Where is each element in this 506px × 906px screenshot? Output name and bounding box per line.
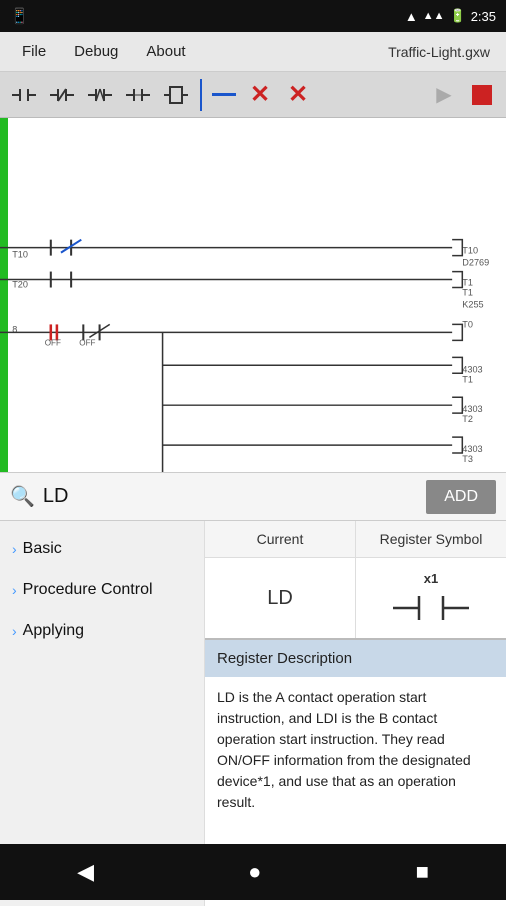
- svg-text:T1: T1: [462, 374, 473, 384]
- back-button[interactable]: ◀: [77, 859, 94, 885]
- right-panel-header: Current Register Symbol: [205, 521, 506, 558]
- svg-text:T1: T1: [462, 288, 473, 298]
- coil-button[interactable]: [120, 77, 156, 113]
- about-menu[interactable]: About: [132, 43, 199, 60]
- contact-no-icon: [10, 81, 38, 109]
- sidebar-applying-label: Applying: [23, 621, 84, 642]
- search-input[interactable]: [43, 485, 418, 508]
- svg-text:T1: T1: [462, 278, 473, 288]
- sidebar-item-procedure-control[interactable]: › Procedure Control: [0, 570, 204, 611]
- symbol-area: x1: [391, 571, 471, 626]
- window-title: Traffic-Light.gxw: [388, 44, 498, 60]
- svg-text:T2: T2: [462, 414, 473, 424]
- symbol-x1-label: x1: [424, 571, 438, 586]
- svg-text:K255: K255: [462, 300, 483, 310]
- play-icon: ▶: [436, 82, 451, 107]
- status-bar-left: 📱: [10, 7, 29, 25]
- menu-bar: File Debug About Traffic-Light.gxw: [0, 32, 506, 72]
- ladder-diagram: T10 T20 8 T10 D2769 T1 T1 K255 T0 4303 T…: [0, 118, 506, 473]
- svg-text:T0: T0: [462, 319, 473, 329]
- sidebar-item-basic[interactable]: › Basic: [0, 529, 204, 570]
- svg-text:4303: 4303: [462, 364, 482, 374]
- function-button[interactable]: [158, 77, 194, 113]
- contact-symbol-svg: [391, 590, 471, 626]
- right-panel-body: LD x1: [205, 558, 506, 640]
- svg-text:T20: T20: [12, 280, 28, 290]
- play-button[interactable]: ▶: [426, 77, 462, 113]
- current-value-cell: LD: [205, 558, 356, 638]
- sidebar-procedure-label: Procedure Control: [23, 580, 153, 601]
- toolbar-divider-blue: [200, 79, 202, 111]
- delete-x1-button[interactable]: ✕: [242, 77, 278, 113]
- add-button[interactable]: ADD: [426, 480, 496, 514]
- status-bar: 📱 ▲ ▲▲ 🔋 2:35: [0, 0, 506, 32]
- svg-text:T3: T3: [462, 454, 473, 464]
- recent-apps-button[interactable]: ■: [416, 859, 429, 885]
- chevron-basic-icon: ›: [12, 541, 17, 557]
- svg-text:OFF: OFF: [79, 338, 95, 347]
- svg-text:T10: T10: [462, 246, 478, 256]
- ladder-svg: T10 T20 8 T10 D2769 T1 T1 K255 T0 4303 T…: [0, 118, 506, 472]
- nav-bar: ◀ ● ■: [0, 844, 506, 900]
- time-display: 2:35: [471, 9, 496, 24]
- chevron-applying-icon: ›: [12, 623, 17, 639]
- svg-text:4303: 4303: [462, 404, 482, 414]
- contact-no-button[interactable]: [6, 77, 42, 113]
- current-header: Current: [205, 521, 356, 557]
- current-value: LD: [267, 587, 293, 610]
- battery-icon: 🔋: [450, 8, 466, 24]
- svg-text:4303: 4303: [462, 444, 482, 454]
- contact-nc-button[interactable]: [44, 77, 80, 113]
- svg-text:OFF: OFF: [45, 338, 61, 347]
- symbol-cell: x1: [356, 558, 506, 638]
- chevron-procedure-icon: ›: [12, 582, 17, 598]
- file-menu[interactable]: File: [8, 43, 60, 60]
- status-bar-right: ▲ ▲▲ 🔋 2:35: [405, 8, 496, 24]
- svg-text:D2769: D2769: [462, 258, 489, 268]
- register-symbol-header: Register Symbol: [356, 521, 506, 557]
- wifi-icon: ▲: [405, 9, 418, 24]
- debug-menu[interactable]: Debug: [60, 43, 132, 60]
- contact-p-button[interactable]: [82, 77, 118, 113]
- delete-x2-icon: ✕: [288, 80, 308, 109]
- delete-x1-icon: ✕: [250, 80, 270, 109]
- toolbar: ✕ ✕ ▶: [0, 72, 506, 118]
- stop-icon: [472, 85, 492, 105]
- signal-icon: ▲▲: [423, 10, 445, 22]
- register-description-header: Register Description: [205, 640, 506, 677]
- function-icon: [162, 81, 190, 109]
- home-button[interactable]: ●: [248, 859, 261, 885]
- sidebar-item-applying[interactable]: › Applying: [0, 611, 204, 652]
- toolbar-line-blue: [212, 93, 236, 96]
- register-description-body: LD is the A contact operation start inst…: [205, 677, 506, 823]
- sidebar-basic-label: Basic: [23, 539, 62, 560]
- contact-p-icon: [86, 81, 114, 109]
- coil-icon: [124, 81, 152, 109]
- delete-x2-button[interactable]: ✕: [280, 77, 316, 113]
- svg-text:T10: T10: [12, 250, 28, 260]
- stop-button[interactable]: [464, 77, 500, 113]
- phone-icon: 📱: [10, 7, 29, 25]
- search-bar: 🔍 ADD: [0, 473, 506, 521]
- search-icon: 🔍: [10, 484, 35, 509]
- contact-nc-icon: [48, 81, 76, 109]
